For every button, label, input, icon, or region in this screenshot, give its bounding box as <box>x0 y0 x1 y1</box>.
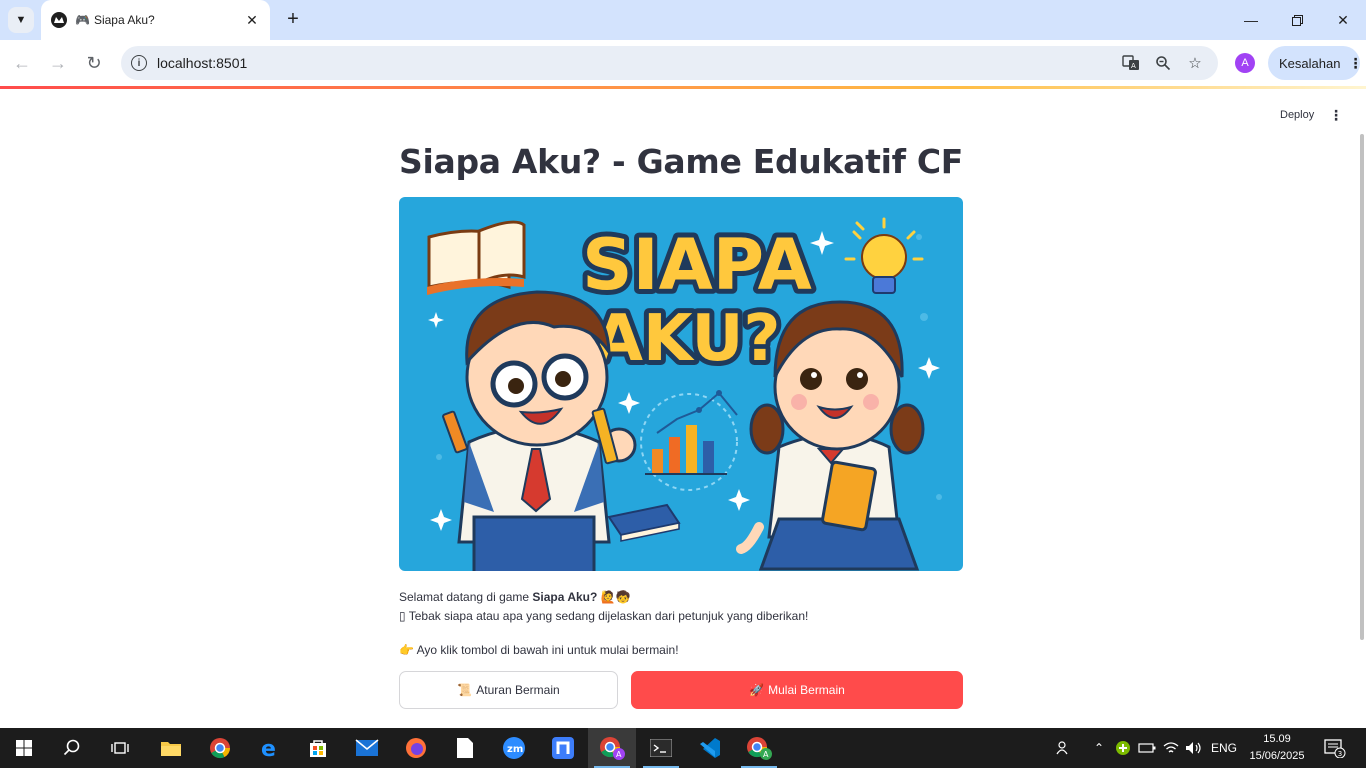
language-indicator[interactable]: ENG <box>1208 728 1240 768</box>
svg-text:e: e <box>261 737 276 759</box>
nextcloud-n-icon[interactable] <box>539 728 587 768</box>
scroll-icon: 📜 <box>457 683 473 697</box>
page-scrollbar[interactable] <box>1360 134 1364 640</box>
windows-start-icon[interactable] <box>0 728 48 768</box>
battery-icon[interactable] <box>1137 728 1157 768</box>
more-vert-icon: ⋮ <box>1348 54 1363 71</box>
svg-text:A: A <box>616 750 622 759</box>
wifi-icon[interactable] <box>1161 728 1181 768</box>
mail-icon[interactable] <box>343 728 391 768</box>
tab-title: 🎮 Siapa Aku? <box>75 13 244 27</box>
boy-illustration <box>442 290 637 571</box>
windows-taskbar: e zm A A ⌃ ENG 15.09 15/06/2025 3 <box>0 728 1366 768</box>
gamepad-icon: 🎮 <box>75 13 90 27</box>
close-tab-icon[interactable]: ✕ <box>244 12 260 28</box>
error-chip-button[interactable]: Kesalahan ⋮ <box>1268 46 1363 80</box>
deploy-button[interactable]: Deploy <box>1272 107 1322 123</box>
rules-button-label: Aturan Bermain <box>476 683 560 697</box>
chevron-up-icon[interactable]: ⌃ <box>1090 728 1108 768</box>
tab-strip: ▼ 🎮 Siapa Aku? ✕ + — ✕ <box>0 0 1366 40</box>
notification-count: 3 <box>1338 750 1342 758</box>
zoom-app-icon[interactable]: zm <box>490 728 538 768</box>
page-title: Siapa Aku? - Game Edukatif CF <box>399 142 963 181</box>
welcome-emoji: 🙋🧒 <box>600 590 631 604</box>
profile-avatar[interactable]: A <box>1235 53 1255 73</box>
notepad-icon[interactable] <box>441 728 489 768</box>
welcome-text: Selamat datang di game Siapa Aku? 🙋🧒 <box>399 587 631 607</box>
forward-icon[interactable]: → <box>44 49 72 77</box>
notification-center-icon[interactable]: 3 <box>1320 728 1350 768</box>
hint-text: ▯ Tebak siapa atau apa yang sedang dijel… <box>399 606 808 626</box>
zoom-icon[interactable] <box>1153 53 1173 73</box>
start-game-button[interactable]: 🚀 Mulai Bermain <box>631 671 963 709</box>
translate-icon[interactable]: A <box>1121 53 1141 73</box>
svg-text:A: A <box>1131 62 1136 70</box>
store-icon[interactable] <box>294 728 342 768</box>
task-view-icon[interactable] <box>96 728 144 768</box>
tab-active[interactable]: 🎮 Siapa Aku? ✕ <box>41 0 270 40</box>
clock-date: 15/06/2025 <box>1249 750 1305 762</box>
error-chip-label: Kesalahan <box>1279 55 1341 71</box>
reload-icon[interactable]: ↻ <box>80 49 108 77</box>
browser-toolbar: ← → ↻ i localhost:8501 A ☆ A Kesalahan ⋮ <box>0 40 1366 86</box>
firefox-icon[interactable] <box>392 728 440 768</box>
svg-text:zm: zm <box>507 744 523 755</box>
back-icon[interactable]: ← <box>8 49 36 77</box>
close-window-icon[interactable]: ✕ <box>1320 0 1366 40</box>
site-info-icon[interactable]: i <box>131 55 147 71</box>
start-game-button-label: Mulai Bermain <box>768 683 845 697</box>
missing-glyph-icon: ▯ <box>399 609 406 623</box>
edge-icon[interactable]: e <box>245 728 293 768</box>
people-icon[interactable] <box>1052 728 1076 768</box>
new-tab-button[interactable]: + <box>282 8 304 30</box>
file-explorer-icon[interactable] <box>147 728 195 768</box>
chrome-profile-a-icon[interactable]: A <box>588 728 636 768</box>
cta-text: 👉 Ayo klik tombol di bawah ini untuk mul… <box>399 640 679 660</box>
chrome-profile-green-icon[interactable]: A <box>735 728 783 768</box>
main-menu-icon[interactable]: ⋮ <box>1328 105 1344 125</box>
rules-button[interactable]: 📜 Aturan Bermain <box>399 671 618 709</box>
lightbulb-illustration <box>844 217 924 294</box>
streamlit-favicon-icon <box>51 12 67 28</box>
svg-text:A: A <box>763 750 769 759</box>
restore-icon[interactable] <box>1274 0 1320 40</box>
rocket-icon: 🚀 <box>749 683 765 697</box>
search-icon[interactable] <box>48 728 96 768</box>
volume-icon[interactable] <box>1184 728 1204 768</box>
tab-title-text: Siapa Aku? <box>93 13 155 27</box>
streamlit-header-decoration <box>0 86 1366 89</box>
hint-text-body: Tebak siapa atau apa yang sedang dijelas… <box>408 609 809 623</box>
address-bar[interactable]: i localhost:8501 A ☆ <box>121 46 1218 80</box>
url-text[interactable]: localhost:8501 <box>157 55 247 71</box>
welcome-game-name: Siapa Aku? <box>532 590 598 604</box>
welcome-prefix: Selamat datang di game <box>399 590 533 604</box>
vscode-icon[interactable] <box>686 728 734 768</box>
system-clock[interactable]: 15.09 15/06/2025 <box>1245 731 1309 765</box>
chrome-icon[interactable] <box>196 728 244 768</box>
clock-time: 15.09 <box>1263 733 1291 745</box>
hero-line1: SIAPA <box>582 224 812 306</box>
minimize-icon[interactable]: — <box>1228 0 1274 40</box>
book-illustration <box>427 220 526 295</box>
hero-image: SIAPA SIAPA AKU? AKU? <box>399 197 963 571</box>
pointing-hand-icon: 👉 <box>399 643 414 657</box>
terminal-icon[interactable] <box>637 728 685 768</box>
security-tray-icon[interactable] <box>1113 728 1133 768</box>
hero-line2: AKU? <box>593 302 780 376</box>
small-book-illustration <box>607 503 681 542</box>
bookmark-star-icon[interactable]: ☆ <box>1185 53 1205 73</box>
cta-text-body: Ayo klik tombol di bawah ini untuk mulai… <box>416 643 679 657</box>
tab-search-button[interactable]: ▼ <box>8 7 34 33</box>
chevron-down-icon: ▼ <box>15 14 27 26</box>
chart-illustration <box>640 390 738 491</box>
